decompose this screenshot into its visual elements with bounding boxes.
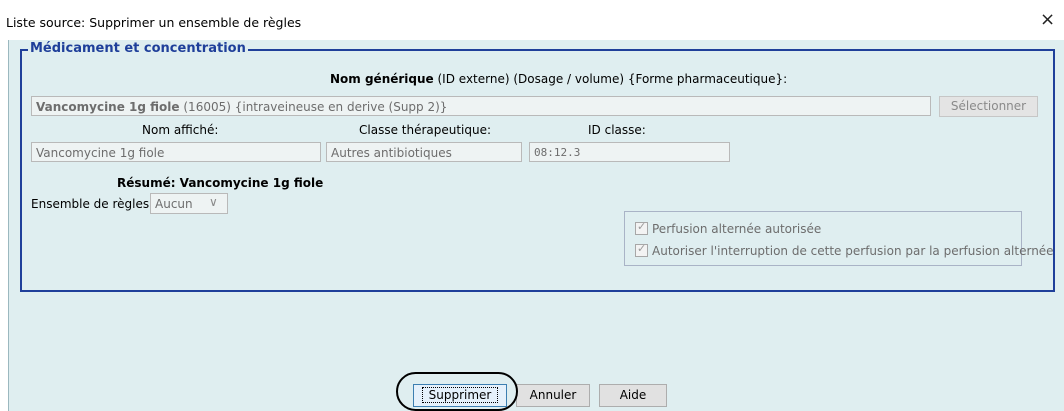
ruleset-label: Ensemble de règles: xyxy=(31,197,154,211)
title-bar: Liste source: Supprimer un ensemble de r… xyxy=(0,0,1064,40)
help-button[interactable]: Aide xyxy=(599,384,667,407)
close-icon[interactable]: × xyxy=(1040,11,1055,29)
class-id-label: ID classe: xyxy=(588,123,646,137)
drug-name-bold: Vancomycine 1g fiole xyxy=(36,100,180,114)
medication-group: Médicament et concentration Nom génériqu… xyxy=(20,41,1055,292)
display-name-field[interactable]: Vancomycine 1g fiole xyxy=(31,142,321,162)
window-title: Liste source: Supprimer un ensemble de r… xyxy=(6,15,302,30)
class-id-field[interactable]: 08:12.3 xyxy=(529,142,730,162)
therapeutic-class-label: Classe thérapeutique: xyxy=(359,123,492,137)
summary-heading: Résumé: Vancomycine 1g fiole xyxy=(117,176,324,190)
ruleset-dropdown[interactable]: Aucun ∨ xyxy=(150,193,228,214)
therapeutic-class-field[interactable]: Autres antibiotiques xyxy=(326,142,522,162)
highlight-ring xyxy=(396,372,518,411)
header-rest: (ID externe) (Dosage / volume) {Forme ph… xyxy=(433,72,788,86)
checkbox-label: Perfusion alternée autorisée xyxy=(652,222,822,236)
checkbox-allow-interrupt[interactable]: Autoriser l'interruption de cette perfus… xyxy=(635,242,1054,258)
cancel-button[interactable]: Annuler xyxy=(516,384,590,407)
generic-name-header: Nom générique (ID externe) (Dosage / vol… xyxy=(330,72,787,86)
drug-name-rest: (16005) {intraveineuse en derive (Supp 2… xyxy=(179,100,448,114)
select-button[interactable]: Sélectionner xyxy=(939,96,1038,117)
checkbox-label: Autoriser l'interruption de cette perfus… xyxy=(652,244,1054,258)
display-name-label: Nom affiché: xyxy=(142,123,219,137)
group-legend: Médicament et concentration xyxy=(28,41,248,57)
chevron-down-icon: ∨ xyxy=(209,195,218,209)
checkbox-icon[interactable] xyxy=(635,220,648,235)
checkbox-alt-infusion[interactable]: Perfusion alternée autorisée xyxy=(635,220,822,236)
options-box: Perfusion alternée autorisée Autoriser l… xyxy=(624,211,1054,266)
ruleset-value: Aucun xyxy=(155,197,193,211)
checkbox-icon[interactable] xyxy=(635,242,648,257)
header-bold: Nom générique xyxy=(330,72,434,86)
dialog-body: Médicament et concentration Nom génériqu… xyxy=(8,40,1064,411)
generic-name-field[interactable]: Vancomycine 1g fiole (16005) {intraveine… xyxy=(31,96,931,116)
